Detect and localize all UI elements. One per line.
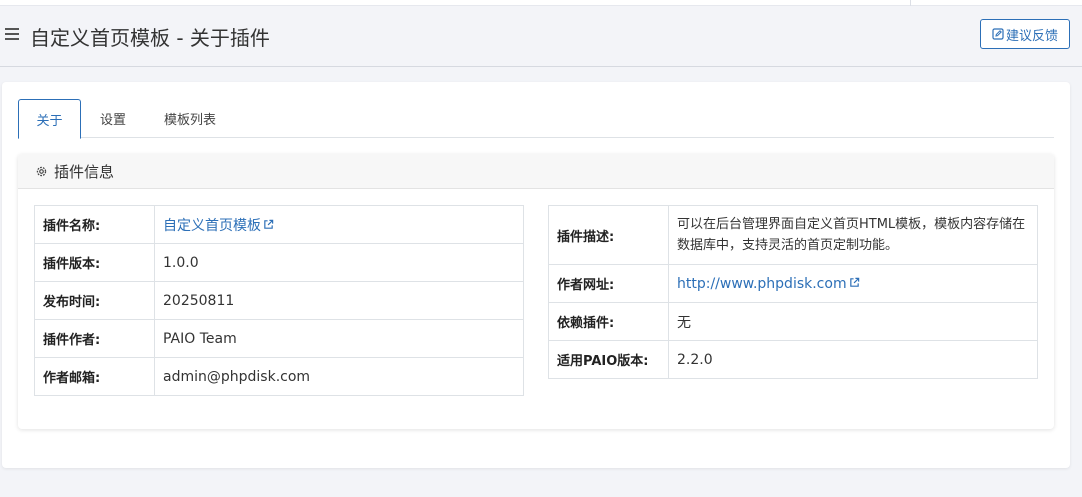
row-value: PAIO Team bbox=[154, 319, 524, 358]
row-key: 作者网址: bbox=[548, 264, 669, 303]
table-row: 插件名称: 自定义首页模板 bbox=[34, 205, 524, 244]
row-value: 1.0.0 bbox=[154, 243, 524, 282]
row-value: http://www.phpdisk.com bbox=[668, 264, 1038, 303]
row-value: 无 bbox=[668, 302, 1038, 341]
page-header: 自定义首页模板 - 关于插件 建议反馈 bbox=[0, 6, 1082, 67]
row-key: 插件名称: bbox=[34, 205, 155, 244]
table-row: 插件作者: PAIO Team bbox=[34, 319, 524, 358]
gear-icon bbox=[36, 166, 47, 176]
author-url-link[interactable]: http://www.phpdisk.com bbox=[677, 276, 847, 292]
tab-settings[interactable]: 设置 bbox=[86, 99, 140, 138]
tab-template-list[interactable]: 模板列表 bbox=[150, 99, 230, 138]
plugin-name-link[interactable]: 自定义首页模板 bbox=[163, 218, 261, 234]
table-row: 适用PAIO版本: 2.2.0 bbox=[548, 340, 1038, 379]
feedback-button[interactable]: 建议反馈 bbox=[980, 19, 1070, 49]
table-row: 插件版本: 1.0.0 bbox=[34, 243, 524, 282]
external-link-icon bbox=[264, 219, 274, 229]
row-value: 可以在后台管理界面自定义首页HTML模板，模板内容存储在数据库中，支持灵活的首页… bbox=[668, 205, 1038, 265]
row-value: 自定义首页模板 bbox=[154, 205, 524, 244]
row-value: 20250811 bbox=[154, 281, 524, 320]
card-header: 插件信息 bbox=[18, 154, 1054, 189]
page-title: 自定义首页模板 - 关于插件 bbox=[30, 26, 270, 50]
right-info-table: 插件描述: 可以在后台管理界面自定义首页HTML模板，模板内容存储在数据库中，支… bbox=[548, 205, 1038, 379]
tab-about[interactable]: 关于 bbox=[18, 99, 81, 139]
table-row: 发布时间: 20250811 bbox=[34, 281, 524, 320]
row-key: 适用PAIO版本: bbox=[548, 340, 669, 379]
tab-bar: 关于 设置 模板列表 bbox=[18, 99, 1054, 139]
row-key: 依赖插件: bbox=[548, 302, 669, 341]
table-row: 插件描述: 可以在后台管理界面自定义首页HTML模板，模板内容存储在数据库中，支… bbox=[548, 205, 1038, 265]
card-title: 插件信息 bbox=[54, 162, 115, 181]
row-key: 插件版本: bbox=[34, 243, 155, 282]
row-value: 2.2.0 bbox=[668, 340, 1038, 379]
row-key: 插件作者: bbox=[34, 319, 155, 358]
external-link-icon bbox=[849, 277, 859, 287]
left-info-table: 插件名称: 自定义首页模板 插件版本: 1.0.0 发布时间: 20250811… bbox=[34, 205, 524, 396]
row-key: 发布时间: bbox=[34, 281, 155, 320]
main-panel: 关于 设置 模板列表 插件信息 插件名称: 自定义首页模板 插件版本: 1.0.… bbox=[2, 82, 1070, 468]
menu-icon[interactable] bbox=[5, 28, 19, 40]
row-key: 作者邮箱: bbox=[34, 357, 155, 396]
row-value: admin@phpdisk.com bbox=[154, 357, 524, 396]
table-row: 作者网址: http://www.phpdisk.com bbox=[548, 264, 1038, 303]
edit-icon bbox=[992, 28, 1004, 40]
feedback-button-label: 建议反馈 bbox=[1005, 28, 1058, 44]
plugin-info-card: 插件信息 插件名称: 自定义首页模板 插件版本: 1.0.0 发布时间: 202… bbox=[18, 154, 1054, 429]
row-key: 插件描述: bbox=[548, 205, 669, 265]
table-row: 依赖插件: 无 bbox=[548, 302, 1038, 341]
table-row: 作者邮箱: admin@phpdisk.com bbox=[34, 357, 524, 396]
